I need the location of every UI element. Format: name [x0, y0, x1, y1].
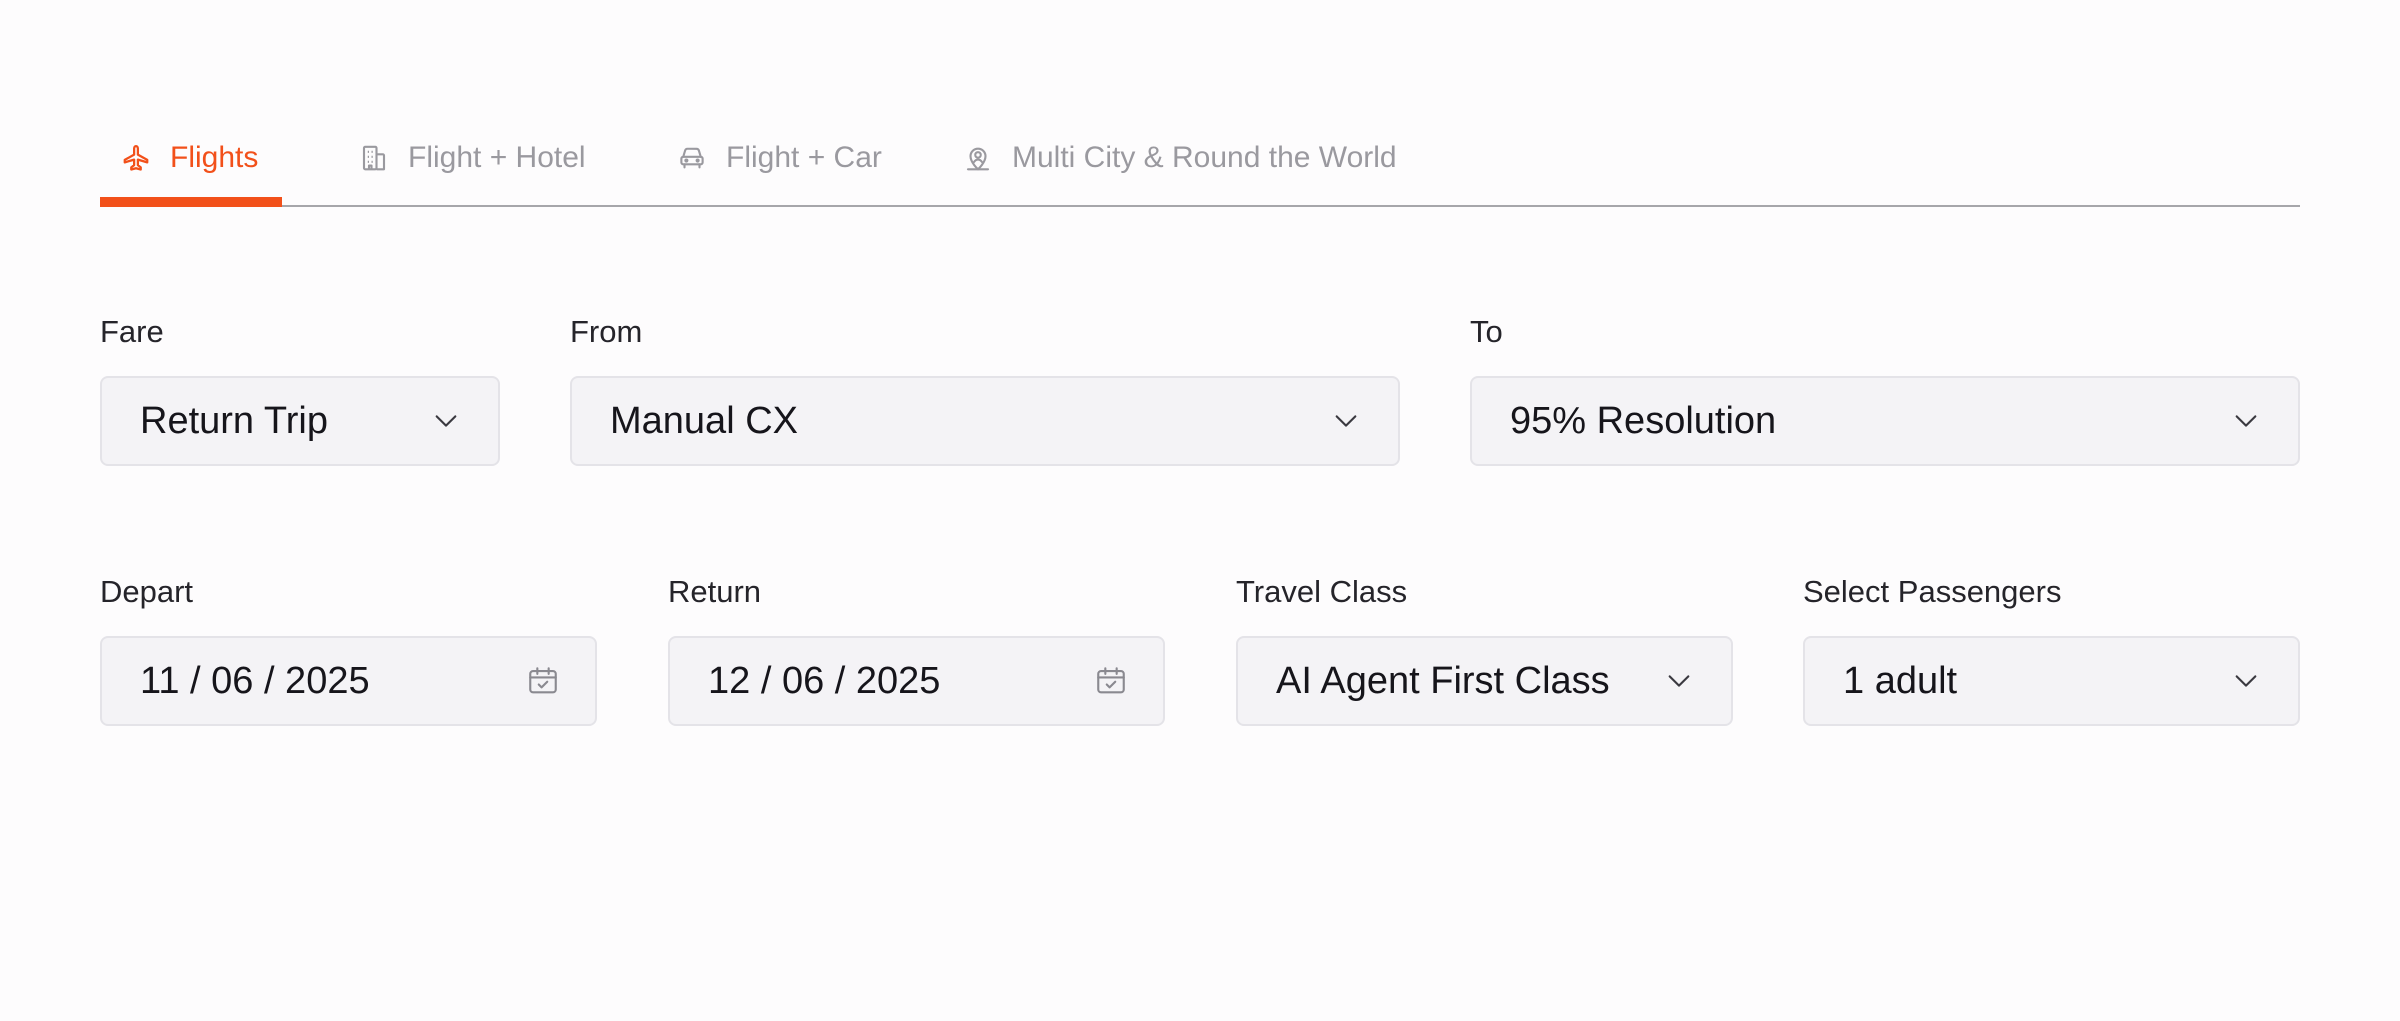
tab-multi-city[interactable]: Multi City & Round the World: [962, 110, 1397, 205]
tab-label: Flights: [170, 140, 259, 174]
return-date-value: 12 / 06 / 2025: [708, 659, 941, 702]
fare-value: Return Trip: [140, 399, 328, 442]
active-tab-indicator: [100, 197, 282, 207]
map-pin-user-icon: [962, 142, 994, 174]
to-select[interactable]: 95% Resolution: [1470, 376, 2300, 466]
depart-date-value: 11 / 06 / 2025: [140, 659, 370, 702]
calendar-icon[interactable]: [1093, 663, 1129, 699]
from-select[interactable]: Manual CX: [570, 376, 1400, 466]
travel-class-select[interactable]: AI Agent First Class: [1236, 636, 1733, 726]
passengers-label: Select Passengers: [1803, 574, 2062, 609]
chevron-down-icon: [1328, 403, 1364, 439]
tab-label: Flight + Car: [726, 140, 882, 174]
travel-class-value: AI Agent First Class: [1276, 659, 1610, 702]
search-type-tabs: Flights Flight + Hotel Flight + Car Mult…: [100, 110, 2300, 207]
passengers-select[interactable]: 1 adult: [1803, 636, 2300, 726]
to-label: To: [1470, 314, 1503, 349]
depart-date-input[interactable]: 11 / 06 / 2025: [100, 636, 597, 726]
to-value: 95% Resolution: [1510, 399, 1777, 442]
tab-label: Flight + Hotel: [408, 140, 586, 174]
from-value: Manual CX: [610, 399, 798, 442]
chevron-down-icon: [428, 403, 464, 439]
fare-select[interactable]: Return Trip: [100, 376, 500, 466]
chevron-down-icon: [2228, 403, 2264, 439]
chevron-down-icon: [2228, 663, 2264, 699]
depart-label: Depart: [100, 574, 194, 609]
tab-flights[interactable]: Flights: [120, 110, 258, 205]
plane-icon: [120, 142, 152, 174]
tab-flight-hotel[interactable]: Flight + Hotel: [358, 110, 586, 205]
calendar-icon[interactable]: [525, 663, 561, 699]
passengers-value: 1 adult: [1843, 659, 1958, 702]
chevron-down-icon: [1661, 663, 1697, 699]
return-label: Return: [668, 574, 762, 609]
return-date-input[interactable]: 12 / 06 / 2025: [668, 636, 1165, 726]
from-label: From: [570, 314, 643, 349]
tab-label: Multi City & Round the World: [1012, 140, 1397, 174]
building-icon: [358, 142, 390, 174]
car-icon: [676, 142, 708, 174]
tab-flight-car[interactable]: Flight + Car: [676, 110, 882, 205]
travel-class-label: Travel Class: [1236, 574, 1408, 609]
fare-label: Fare: [100, 314, 164, 349]
